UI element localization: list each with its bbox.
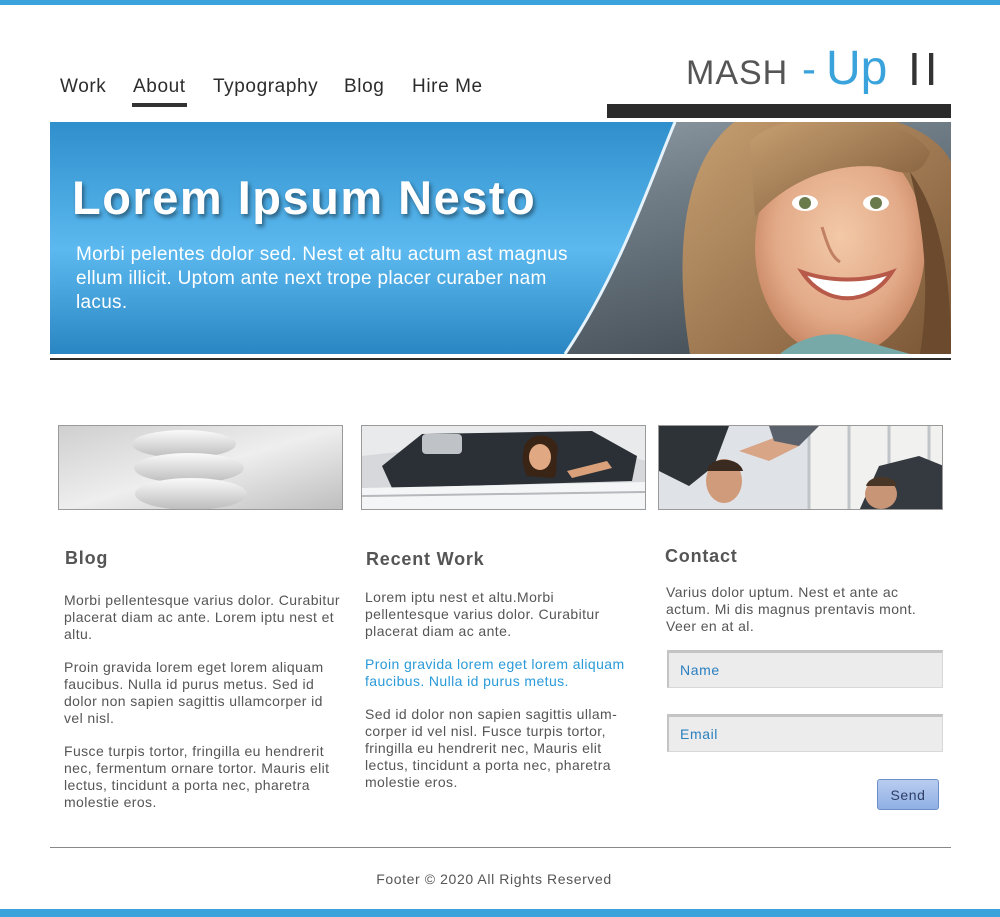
- contact-heading: Contact: [665, 546, 738, 566]
- logo-underline-bar: [607, 104, 951, 118]
- woman-in-car-image: [361, 425, 646, 510]
- hero-banner-background: [50, 122, 951, 354]
- nav-item-hire-me[interactable]: Hire Me: [412, 76, 483, 98]
- nav-item-typography[interactable]: Typography: [213, 76, 318, 98]
- recent-work-paragraph-1: Lorem iptu nest et altu.Morbi pellentesq…: [365, 589, 600, 639]
- logo-text-mash: mash: [686, 54, 789, 92]
- logo-text-up: Up: [826, 42, 888, 95]
- email-field[interactable]: [667, 714, 943, 752]
- blog-paragraph-2: Proin gravida lorem eget lorem aliquam f…: [64, 659, 324, 726]
- nav-item-blog[interactable]: Blog: [344, 76, 384, 98]
- top-accent-stripe: [0, 0, 1000, 5]
- logo-text-dash: -: [802, 45, 816, 92]
- nav-item-work[interactable]: Work: [60, 76, 106, 98]
- logo-text-ii: II: [908, 43, 942, 95]
- hero-banner: Lorem Ipsum Nesto Morbi pelentes dolor s…: [50, 122, 951, 354]
- handshake-image: [658, 425, 943, 510]
- nav-item-about[interactable]: About: [132, 76, 187, 107]
- blog-paragraph-1: Morbi pellentesque varius dolor. Curabit…: [64, 592, 340, 642]
- recent-work-heading: Recent Work: [366, 549, 485, 569]
- footer-divider: [50, 847, 951, 848]
- recent-work-link[interactable]: Proin gravida lorem eget lorem aliquam f…: [365, 656, 640, 690]
- contact-text: Varius dolor uptum. Nest et ante ac actu…: [666, 584, 917, 634]
- footer-text: Footer © 2020 All Rights Reserved: [376, 871, 612, 887]
- name-field[interactable]: [667, 650, 943, 688]
- banner-divider: [50, 358, 951, 360]
- hero-text: Morbi pelentes dolor sed. Nest et altu a…: [76, 244, 568, 313]
- recent-work-paragraph-3: Sed id dolor non sapien sagittis ullam-c…: [365, 706, 618, 790]
- light-bulb-image: [58, 425, 343, 510]
- send-button[interactable]: Send: [877, 779, 939, 810]
- blog-paragraph-3: Fusce turpis tortor, fringilla eu hendre…: [64, 743, 330, 810]
- blog-heading: Blog: [65, 548, 109, 568]
- bottom-accent-stripe: [0, 909, 1000, 917]
- hero-title: Lorem Ipsum Nesto: [72, 171, 537, 224]
